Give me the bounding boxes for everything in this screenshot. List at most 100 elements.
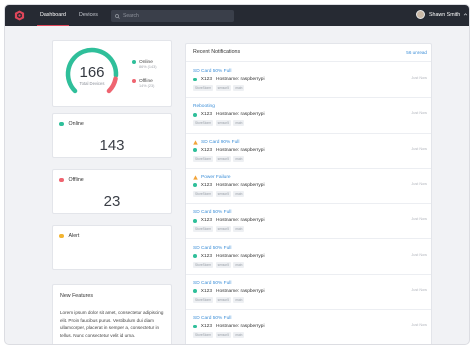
notification-title[interactable]: SD Card 90% Full: [193, 140, 239, 145]
notification-item[interactable]: SD Card 50% Full X123 Hostname: raspberry…: [186, 63, 431, 99]
total-devices-label: Total Devices: [79, 81, 105, 86]
notification-device-line: X123 Hostname: raspberrypi: [193, 254, 265, 259]
notification-device-line: X123 Hostname: raspberrypi: [193, 183, 265, 188]
notification-device-line: X123 Hostname: raspberrypi: [193, 289, 265, 294]
notification-time: Just Now: [411, 76, 427, 80]
notification-title-text[interactable]: SD Card 50% Full: [193, 316, 231, 321]
notification-tag[interactable]: sensor5: [215, 155, 231, 162]
notification-title-text[interactable]: SD Card 90% Full: [201, 140, 239, 145]
notification-title-text[interactable]: SD Card 50% Full: [193, 246, 231, 251]
total-devices-value: 166: [79, 64, 105, 81]
nav-item-dashboard[interactable]: Dashboard: [37, 5, 69, 26]
notification-tag[interactable]: main: [233, 190, 245, 197]
nav-item-devices[interactable]: Devices: [79, 5, 98, 26]
notification-device-line: X123 Hostname: raspberrypi: [193, 77, 265, 82]
notification-device-line: X123 Hostname: raspberrypi: [193, 148, 265, 153]
notification-tag[interactable]: StoreStorm: [193, 155, 214, 162]
notification-tags: StoreStorm sensor5 main: [193, 332, 247, 339]
notification-tag[interactable]: main: [233, 261, 245, 268]
notification-item[interactable]: SD Card 90% Full X123 Hostname: raspberry…: [186, 134, 431, 169]
notification-tag[interactable]: sensor5: [215, 296, 231, 303]
notification-tag[interactable]: sensor5: [215, 120, 231, 127]
notification-tag[interactable]: sensor5: [215, 261, 231, 268]
chevron-down-icon[interactable]: [463, 12, 468, 17]
notification-title[interactable]: SD Card 50% Full: [193, 246, 231, 251]
notification-tags: StoreStorm sensor5 main: [193, 261, 247, 268]
notification-title[interactable]: SD Card 50% Full: [193, 210, 231, 215]
online-dot-icon: [193, 148, 197, 152]
user-menu[interactable]: Shawn Smith: [416, 10, 468, 19]
online-dot-icon: [193, 289, 197, 294]
recent-notifications-card: Recent Notifications 56 unread SD Card 5…: [185, 43, 432, 344]
device-hostname: Hostname: raspberrypi: [216, 182, 265, 188]
notification-tag[interactable]: main: [233, 120, 245, 127]
legend-online-label: Online: [139, 59, 153, 65]
notification-tag[interactable]: StoreStorm: [193, 332, 214, 339]
notifications-header: Recent Notifications 56 unread: [186, 44, 431, 62]
notification-title[interactable]: Power Failure: [193, 175, 231, 180]
notification-title-text[interactable]: SD Card 50% Full: [193, 210, 231, 215]
notification-item[interactable]: Power Failure X123 Hostname: raspberrypi S…: [186, 169, 431, 205]
device-hostname: Hostname: raspberrypi: [216, 288, 265, 294]
notification-tag[interactable]: StoreStorm: [193, 85, 214, 91]
online-dot-icon: [193, 77, 197, 82]
notification-tag[interactable]: main: [233, 296, 245, 303]
notification-tag[interactable]: StoreStorm: [193, 190, 214, 197]
notification-tag[interactable]: StoreStorm: [193, 261, 214, 268]
logo-icon[interactable]: [14, 10, 25, 21]
avatar[interactable]: [416, 10, 425, 19]
device-hostname: Hostname: raspberrypi: [216, 147, 265, 153]
notification-tags: StoreStorm sensor5 main: [193, 85, 247, 91]
unread-count-link[interactable]: 56 unread: [406, 50, 427, 55]
notification-item[interactable]: SD Card 50% Full X123 Hostname: raspberry…: [186, 310, 431, 344]
notification-tag[interactable]: main: [233, 226, 245, 233]
notification-tag[interactable]: StoreStorm: [193, 296, 214, 303]
legend-online-detail: 86% (143): [139, 65, 157, 69]
notification-title-text[interactable]: SD Card 50% Full: [193, 69, 231, 74]
warning-icon: [193, 175, 198, 180]
warning-icon: [193, 139, 198, 145]
alert-stat-label: Alert: [68, 233, 80, 239]
notification-item[interactable]: SD Card 50% Full X123 Hostname: raspberry…: [186, 204, 431, 240]
device-hostname: Hostname: raspberrypi: [216, 324, 265, 330]
notification-title-text[interactable]: Rebooting: [193, 104, 215, 109]
search-input[interactable]: [123, 13, 223, 19]
online-dot-icon: [193, 112, 197, 117]
notification-tag[interactable]: StoreStorm: [193, 120, 214, 127]
notification-device-line: X123 Hostname: raspberrypi: [193, 112, 265, 117]
notification-time: Just Now: [411, 111, 427, 116]
device-hostname: Hostname: raspberrypi: [216, 112, 265, 118]
alert-status-dot-icon: [59, 233, 64, 239]
notification-tag[interactable]: main: [233, 332, 245, 339]
online-dot-icon: [193, 324, 197, 329]
notification-time: Just Now: [411, 323, 427, 328]
notification-tag[interactable]: main: [233, 155, 245, 162]
notification-title-text[interactable]: Power Failure: [201, 175, 231, 180]
online-dot-icon: [193, 183, 197, 188]
device-id: X123: [200, 288, 212, 294]
online-stat-card[interactable]: Online 143: [52, 113, 172, 158]
notification-device-line: X123 Hostname: raspberrypi: [193, 324, 265, 329]
notification-time: Just Now: [411, 181, 427, 186]
notification-title-text[interactable]: SD Card 50% Full: [193, 281, 231, 286]
notification-tag[interactable]: main: [233, 85, 245, 91]
search-box[interactable]: [111, 10, 234, 22]
device-id: X123: [200, 324, 212, 330]
online-status-dot-icon: [59, 121, 64, 127]
notification-item[interactable]: Rebooting X123 Hostname: raspberrypi Store…: [186, 98, 431, 134]
notification-tag[interactable]: sensor5: [215, 332, 231, 339]
notification-title[interactable]: Rebooting: [193, 104, 215, 109]
alert-stat-card[interactable]: Alert: [52, 225, 172, 270]
notification-item[interactable]: SD Card 50% Full X123 Hostname: raspberry…: [186, 275, 431, 311]
notification-tag[interactable]: sensor5: [215, 190, 231, 197]
notification-title[interactable]: SD Card 50% Full: [193, 316, 231, 321]
notification-device-line: X123 Hostname: raspberrypi: [193, 218, 265, 223]
notification-tag[interactable]: sensor5: [215, 226, 231, 233]
offline-stat-card[interactable]: Offline 23: [52, 169, 172, 214]
notification-title[interactable]: SD Card 50% Full: [193, 281, 231, 286]
device-hostname: Hostname: raspberrypi: [216, 253, 265, 259]
notification-tag[interactable]: StoreStorm: [193, 226, 214, 233]
notification-tag[interactable]: sensor5: [215, 85, 231, 91]
notification-item[interactable]: SD Card 50% Full X123 Hostname: raspberry…: [186, 240, 431, 275]
notification-title[interactable]: SD Card 50% Full: [193, 69, 231, 74]
